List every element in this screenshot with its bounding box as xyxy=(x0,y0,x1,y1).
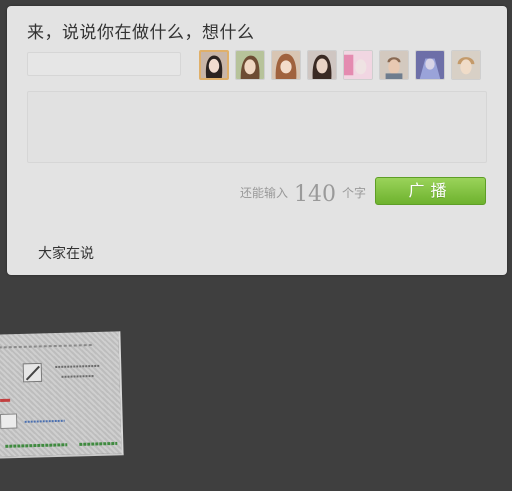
counter-value: 140 xyxy=(294,182,337,207)
avatar-3-image xyxy=(272,51,300,79)
avatar-picker xyxy=(199,50,481,80)
avatar-6-image xyxy=(380,51,408,79)
counter-suffix: 个字 xyxy=(342,186,367,200)
software-thumbnail xyxy=(0,331,124,459)
avatar-4-image xyxy=(308,51,336,79)
message-textarea[interactable] xyxy=(27,91,487,163)
counter-prefix: 还能输入 xyxy=(240,186,289,200)
avatar-option[interactable] xyxy=(199,50,229,80)
broadcast-button[interactable]: 广播 xyxy=(375,177,486,205)
avatar-option[interactable] xyxy=(415,50,445,80)
composer-panel: 来，说说你在做什么，想什么 还能输入 140 个字 广播 大家在说 xyxy=(7,6,507,275)
avatar-2-image xyxy=(236,51,264,79)
avatar-option[interactable] xyxy=(343,50,373,80)
avatar-option[interactable] xyxy=(271,50,301,80)
avatar-8-image xyxy=(452,51,480,79)
avatar-7-image xyxy=(416,51,444,79)
name-input[interactable] xyxy=(27,52,181,76)
char-counter: 还能输入 140 个字 xyxy=(240,178,366,208)
avatar-option[interactable] xyxy=(379,50,409,80)
avatar-option[interactable] xyxy=(451,50,481,80)
composer-title: 来，说说你在做什么，想什么 xyxy=(27,23,255,43)
avatar-option[interactable] xyxy=(235,50,265,80)
avatar-1-image xyxy=(201,52,227,78)
avatar-5-image xyxy=(344,51,372,79)
feed-heading: 大家在说 xyxy=(38,246,94,262)
avatar-option[interactable] xyxy=(307,50,337,80)
thumbnail-image xyxy=(0,343,118,448)
